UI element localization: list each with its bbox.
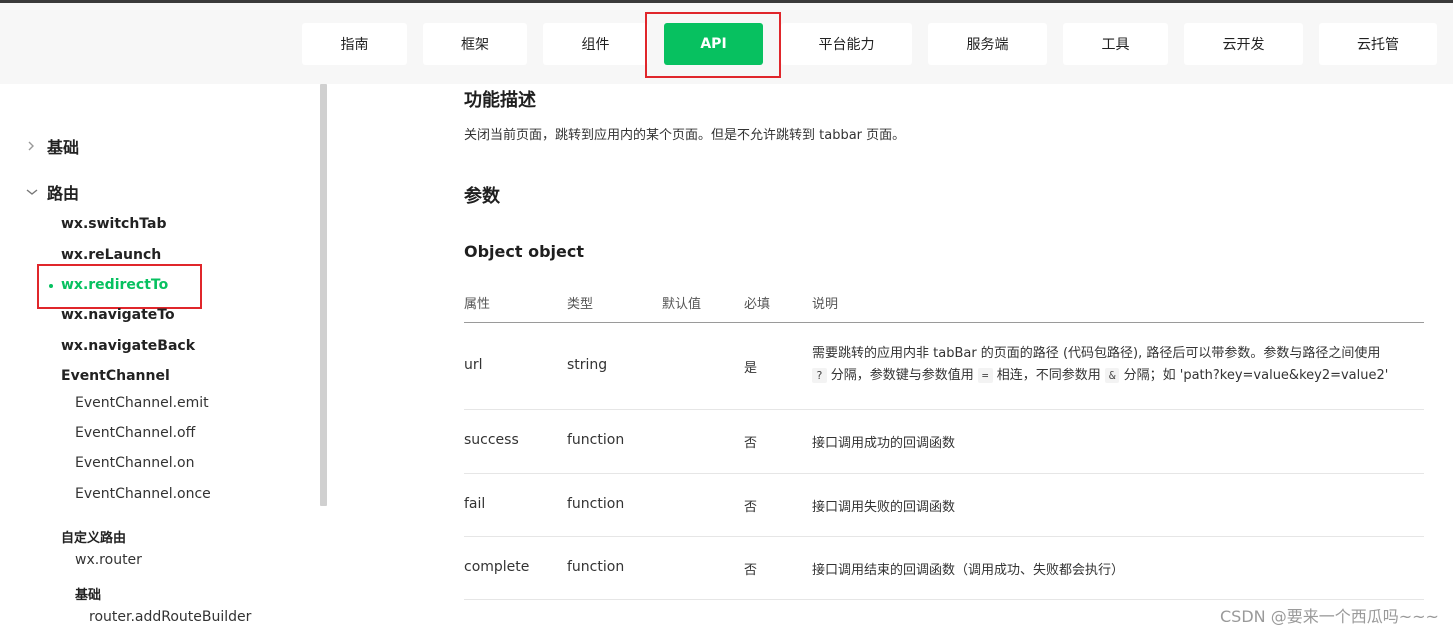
table-cell-required: 是: [744, 361, 758, 376]
table-cell-name: success: [464, 432, 519, 448]
sidebar-item-redirectto[interactable]: wx.redirectTo: [61, 277, 168, 293]
nav-tools[interactable]: 工具: [1063, 23, 1168, 65]
section-title-description: 功能描述: [464, 90, 536, 111]
table-cell-required: 否: [744, 436, 758, 451]
code-question-mark: ?: [812, 368, 827, 383]
table-header-property: 属性: [464, 297, 491, 312]
table-cell-name: complete: [464, 559, 530, 575]
sidebar-item-wx-router[interactable]: wx.router: [75, 552, 142, 568]
sidebar-group-label: 基础: [47, 138, 80, 157]
table-header-default: 默认值: [662, 297, 702, 312]
nav-cloud-hosting[interactable]: 云托管: [1319, 23, 1437, 65]
sidebar-item-navigateto[interactable]: wx.navigateTo: [61, 307, 175, 323]
nav-cloud-dev[interactable]: 云开发: [1184, 23, 1303, 65]
sidebar-item-router-basic[interactable]: 基础: [75, 584, 101, 603]
nav-server[interactable]: 服务端: [928, 23, 1047, 65]
sidebar-item-relaunch[interactable]: wx.reLaunch: [61, 247, 161, 263]
table-cell-description: 需要跳转的应用内非 tabBar 的页面的路径 (代码包路径), 路径后可以带参…: [812, 343, 1388, 387]
section-title-params: 参数: [464, 186, 500, 207]
sidebar-group-route[interactable]: 路由: [22, 180, 79, 204]
code-equals: =: [977, 368, 993, 383]
table-cell-name: fail: [464, 496, 486, 512]
table-header-required: 必填: [744, 297, 771, 312]
table-cell-description: 接口调用结束的回调函数（调用成功、失败都会执行）: [812, 563, 1125, 578]
sidebar-item-switchtab[interactable]: wx.switchTab: [61, 216, 167, 232]
url-desc-line2: ? 分隔，参数键与参数值用 = 相连，不同参数用 & 分隔；如 'path?ke…: [812, 365, 1388, 387]
table-cell-type: function: [567, 496, 625, 512]
sidebar-item-eventchannel-on[interactable]: EventChannel.on: [75, 455, 194, 471]
table-header-type: 类型: [567, 297, 594, 312]
table-cell-type: string: [567, 357, 608, 373]
sidebar-item-eventchannel[interactable]: EventChannel: [61, 368, 170, 384]
table-cell-required: 否: [744, 563, 758, 578]
sidebar: [0, 84, 330, 633]
sidebar-item-custom-route[interactable]: 自定义路由: [61, 527, 126, 546]
sidebar-group-label: 路由: [47, 184, 80, 203]
table-cell-type: function: [567, 559, 625, 575]
table-header-divider: [464, 322, 1424, 323]
table-row-divider: [464, 409, 1424, 410]
code-ampersand: &: [1104, 368, 1120, 383]
url-desc-text-1: 分隔，参数键与参数值用: [830, 368, 974, 383]
object-title: Object object: [464, 242, 585, 261]
table-cell-type: function: [567, 432, 625, 448]
sidebar-item-eventchannel-emit[interactable]: EventChannel.emit: [75, 395, 209, 411]
sidebar-scrollbar[interactable]: [320, 84, 327, 506]
table-cell-name: url: [464, 357, 483, 373]
chevron-down-icon: [22, 182, 42, 202]
nav-platform-capability[interactable]: 平台能力: [781, 23, 912, 65]
nav-api[interactable]: API: [664, 23, 763, 65]
table-cell-required: 否: [744, 500, 758, 515]
nav-components[interactable]: 组件: [543, 23, 648, 65]
table-row-divider: [464, 599, 1424, 600]
watermark: CSDN @要来一个西瓜吗~~~: [1220, 607, 1439, 626]
table-row-divider: [464, 473, 1424, 474]
nav-framework[interactable]: 框架: [423, 23, 527, 65]
table-header-description: 说明: [812, 297, 839, 312]
chevron-right-icon: [22, 136, 42, 156]
sidebar-item-add-route-builder[interactable]: router.addRouteBuilder: [89, 609, 251, 625]
table-cell-description: 接口调用成功的回调函数: [812, 436, 956, 451]
sidebar-item-eventchannel-off[interactable]: EventChannel.off: [75, 425, 195, 441]
table-row-divider: [464, 536, 1424, 537]
active-dot-icon: [49, 284, 53, 288]
nav-guide[interactable]: 指南: [302, 23, 407, 65]
top-nav-bar: 指南 框架 组件 API 平台能力 服务端 工具 云开发 云托管: [0, 0, 1453, 84]
sidebar-group-basic[interactable]: 基础: [22, 134, 79, 158]
url-desc-text-3: 分隔；如 'path?key=value&key2=value2': [1123, 368, 1389, 383]
description-text: 关闭当前页面，跳转到应用内的某个页面。但是不允许跳转到 tabbar 页面。: [464, 128, 906, 143]
sidebar-item-navigateback[interactable]: wx.navigateBack: [61, 338, 195, 354]
url-desc-line1: 需要跳转的应用内非 tabBar 的页面的路径 (代码包路径), 路径后可以带参…: [812, 346, 1381, 361]
sidebar-item-eventchannel-once[interactable]: EventChannel.once: [75, 486, 211, 502]
table-cell-description: 接口调用失败的回调函数: [812, 500, 956, 515]
url-desc-text-2: 相连，不同参数用: [996, 368, 1101, 383]
